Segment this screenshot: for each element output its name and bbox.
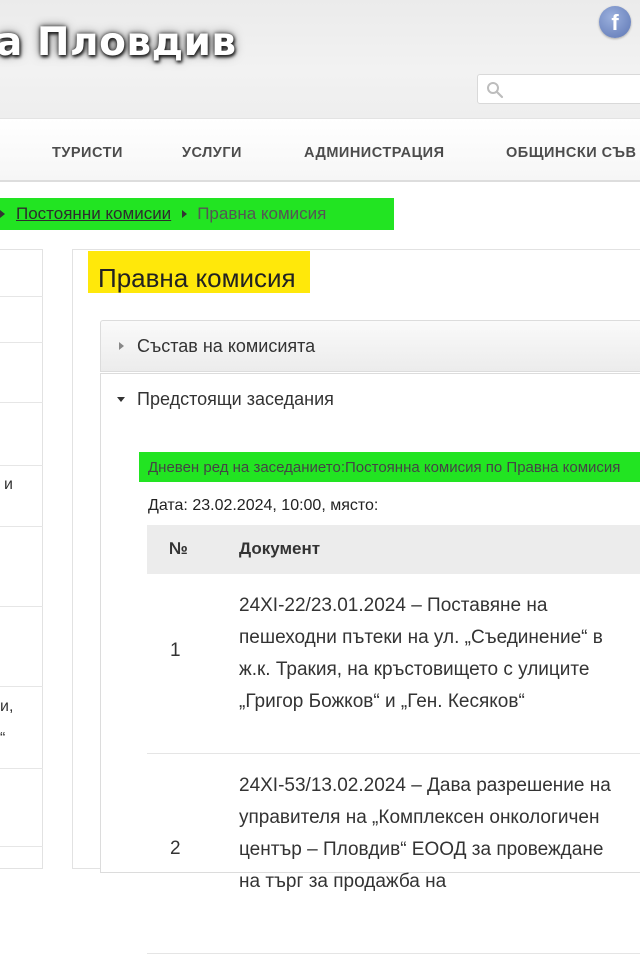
page-title: Правна комисия (88, 251, 310, 293)
sidebar-divider (0, 686, 43, 687)
row-document: 24XI-53/13.02.2024 – Дава разрешение на … (239, 775, 611, 892)
nav-item-tourists[interactable]: ТУРИСТИ (52, 145, 123, 161)
sidebar-divider (0, 606, 43, 607)
chevron-right-icon (119, 342, 124, 350)
sidebar-divider (0, 846, 43, 847)
sidebar-divider (0, 465, 43, 466)
facebook-icon[interactable]: f (599, 6, 631, 38)
search-input[interactable] (477, 74, 640, 104)
sidebar-item-fragment[interactable]: и, (0, 698, 13, 716)
chevron-down-icon (117, 397, 125, 402)
sidebar-item-fragment[interactable]: и (4, 476, 13, 494)
sidebar-divider (0, 342, 43, 343)
accordion-label: Предстоящи заседания (137, 389, 334, 409)
sidebar-divider (0, 768, 43, 769)
session-date: Дата: 23.02.2024, 10:00, място: (148, 497, 379, 514)
nav-item-municipal-council[interactable]: ОБЩИНСКИ СЪВ (506, 145, 637, 161)
accordion-committee-members[interactable]: Състав на комисията (100, 320, 640, 372)
nav-item-administration[interactable]: АДМИНИСТРАЦИЯ (304, 145, 445, 161)
site-title[interactable]: а Пловдив (0, 20, 237, 65)
row-document: 24XI-22/23.01.2024 – Поставяне на пешехо… (239, 595, 603, 712)
breadcrumb: Постоянни комисии Правна комисия (0, 198, 394, 230)
site-header: а Пловдив f (0, 0, 640, 118)
breadcrumb-separator-icon (182, 210, 188, 218)
table-row: 1 24XI-22/23.01.2024 – Поставяне на пеше… (147, 574, 640, 754)
breadcrumb-link-standing-committees[interactable]: Постоянни комисии (16, 204, 171, 224)
search-icon[interactable] (486, 81, 504, 99)
sidebar-divider (0, 526, 43, 527)
row-number: 1 (170, 640, 181, 661)
agenda-title: Дневен ред на заседанието:Постоянна коми… (139, 452, 640, 482)
row-number: 2 (170, 838, 181, 859)
breadcrumb-current: Правна комисия (197, 204, 327, 223)
sidebar-divider (0, 402, 43, 403)
table-header-row: № Документ (147, 525, 640, 574)
nav-item-services[interactable]: УСЛУГИ (182, 145, 242, 161)
breadcrumb-separator-icon (0, 210, 5, 218)
main-nav: ТУРИСТИ УСЛУГИ АДМИНИСТРАЦИЯ ОБЩИНСКИ СЪ… (0, 118, 640, 182)
column-header-number: № (169, 539, 188, 558)
sidebar-item-fragment[interactable]: “ (0, 730, 5, 748)
table-row: 2 24XI-53/13.02.2024 – Дава разрешение н… (147, 754, 640, 954)
column-header-document: Документ (239, 539, 321, 558)
accordion-label: Състав на комисията (137, 336, 316, 356)
sidebar-menu: и и, “ (0, 249, 43, 869)
sidebar-divider (0, 296, 43, 297)
